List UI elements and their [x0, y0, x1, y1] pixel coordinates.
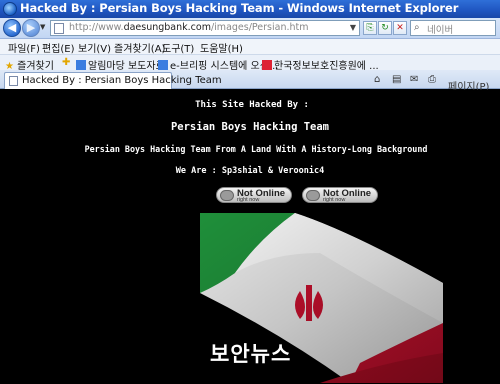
menu-tools[interactable]: 도구(T)	[162, 40, 194, 55]
page-content: This Site Hacked By : Persian Boys Hacki…	[0, 90, 500, 384]
stop-icon[interactable]: ✕	[393, 21, 407, 35]
menu-edit[interactable]: 편집(E)	[42, 40, 75, 55]
tab-bar: Hacked By : Persian Boys Hacking Team ⌂ …	[0, 70, 500, 93]
status-subtitle: right now	[237, 197, 260, 203]
watermark-logo: 보안뉴스	[210, 342, 292, 366]
address-url: http://www.daesungbank.com/images/Persia…	[69, 22, 309, 33]
print-icon[interactable]: ⎙	[428, 74, 436, 85]
messenger-icon	[220, 190, 234, 201]
history-dropdown-icon[interactable]: ▼	[40, 23, 45, 31]
search-provider-icon: ⌕	[414, 22, 420, 33]
hacked-heading: This Site Hacked By :	[195, 100, 309, 110]
feeds-icon[interactable]: ▤	[392, 74, 401, 85]
address-toolbar: ◀ ▶ ▼ http://www.daesungbank.com/images/…	[0, 18, 500, 39]
slogan-text: Persian Boys Hacking Team From A Land Wi…	[84, 144, 428, 154]
address-dropdown-icon[interactable]: ▼	[350, 23, 356, 32]
refresh-icon[interactable]: ↻	[378, 21, 392, 35]
back-button[interactable]: ◀	[3, 19, 21, 37]
forward-button[interactable]: ▶	[22, 19, 40, 37]
messenger-icon	[306, 190, 320, 201]
compatibility-icon[interactable]: ⎘	[363, 21, 377, 35]
tab-active[interactable]: Hacked By : Persian Boys Hacking Team	[4, 72, 222, 89]
window-title: Hacked By : Persian Boys Hacking Team - …	[20, 1, 459, 15]
site-icon	[76, 60, 86, 70]
status-badge: Not Online right now	[302, 187, 378, 203]
page-icon	[9, 76, 18, 86]
ie-logo-icon	[3, 2, 17, 16]
members-text: We Are : Sp3shial & Veroonic4	[175, 166, 325, 176]
mail-icon[interactable]: ✉	[410, 74, 418, 85]
status-badge: Not Online right now	[216, 187, 292, 203]
menu-favorites[interactable]: 즐겨찾기(A)	[114, 40, 165, 55]
add-favorite-icon: ✚	[62, 57, 71, 68]
menu-file[interactable]: 파일(F)	[8, 40, 40, 55]
menu-bar: 파일(F) 편집(E) 보기(V) 즐겨찾기(A) 도구(T) 도움말(H)	[0, 39, 500, 55]
home-icon[interactable]: ⌂	[374, 74, 380, 85]
menu-view[interactable]: 보기(V)	[78, 40, 111, 55]
status-subtitle: right now	[323, 197, 346, 203]
window-titlebar: Hacked By : Persian Boys Hacking Team - …	[0, 0, 500, 18]
search-input[interactable]: ⌕ 네이버	[410, 20, 496, 36]
address-input[interactable]: http://www.daesungbank.com/images/Persia…	[50, 20, 360, 36]
team-name: Persian Boys Hacking Team	[170, 121, 330, 133]
menu-help[interactable]: 도움말(H)	[200, 40, 243, 55]
add-favorite-button[interactable]: ✚	[62, 57, 70, 68]
page-icon	[54, 23, 64, 34]
favorites-bar: ★ 즐겨찾기 ✚ 알림마당 보도자료 e-브리핑 시스템에 오신... 한국정보…	[0, 54, 500, 72]
tab-label: Hacked By : Persian Boys Hacking Team	[22, 75, 222, 86]
search-placeholder: 네이버	[427, 25, 454, 36]
site-icon	[158, 60, 168, 70]
site-icon	[262, 60, 272, 70]
